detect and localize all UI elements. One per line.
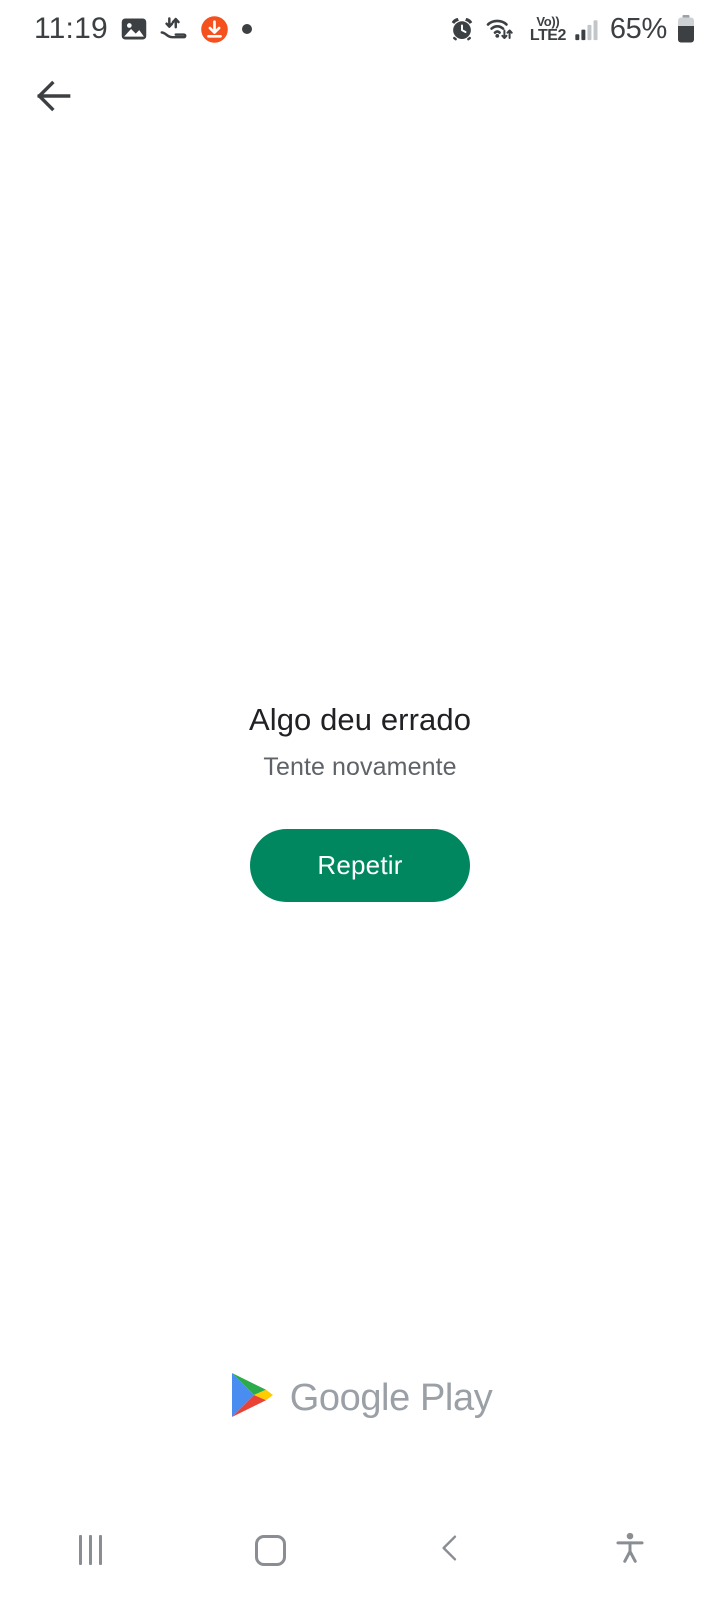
error-state-container: Algo deu errado Tente novamente Repetir: [0, 700, 720, 902]
alarm-clock-icon: [448, 15, 476, 43]
error-subtitle: Tente novamente: [263, 753, 457, 781]
wifi-data-icon: [485, 15, 521, 43]
recents-icon: [78, 1535, 102, 1565]
recents-button[interactable]: [0, 1500, 180, 1600]
signal-bars-icon: [573, 15, 601, 43]
battery-percent-label: 65%: [609, 12, 667, 45]
back-button[interactable]: [360, 1500, 540, 1600]
gallery-image-icon: [120, 15, 148, 43]
google-play-triangle-icon: [228, 1370, 274, 1425]
google-play-wordmark: Google Play: [289, 1376, 493, 1419]
status-bar-clock: 11:19: [34, 12, 108, 45]
home-button[interactable]: [180, 1500, 360, 1600]
retry-button-row: Repetir: [0, 829, 720, 902]
app-bar: [0, 58, 720, 136]
home-icon: [254, 1534, 286, 1566]
volte-label: Vo)): [536, 13, 560, 29]
accessibility-person-icon: [613, 1531, 647, 1570]
network-type-label: Vo)) LTE2: [530, 15, 566, 44]
lte-label: LTE2: [529, 26, 566, 44]
arrow-left-icon: [32, 74, 76, 123]
data-transfer-icon: [160, 15, 188, 43]
chevron-left-icon: [433, 1531, 467, 1570]
status-bar-right-group: Vo)) LTE2 65%: [448, 13, 696, 46]
system-navigation-bar: [0, 1500, 720, 1600]
status-bar: 11:19 Vo)) LTE2 65%: [0, 0, 720, 58]
notification-dot-icon: [241, 23, 253, 35]
google-play-branding: Google Play: [0, 1370, 720, 1425]
battery-icon: [676, 14, 696, 44]
retry-button[interactable]: Repetir: [250, 829, 470, 902]
download-notification-icon: [200, 15, 229, 44]
back-navigation-button[interactable]: [22, 66, 86, 130]
accessibility-button[interactable]: [540, 1500, 720, 1600]
error-title: Algo deu errado: [248, 702, 472, 737]
status-bar-left-group: 11:19: [34, 12, 253, 46]
